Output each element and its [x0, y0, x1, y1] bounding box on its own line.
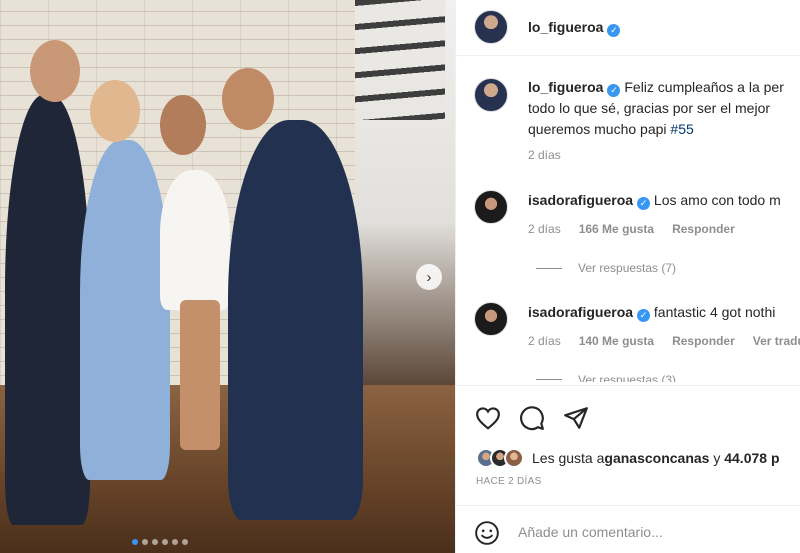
caption-time: 2 días [528, 148, 561, 162]
post-photo[interactable]: › [0, 0, 455, 553]
share-button[interactable] [562, 404, 590, 432]
carousel-next-button[interactable]: › [416, 264, 442, 290]
carousel-dot [162, 539, 168, 545]
likes-summary[interactable]: Les gusta a ganasconcanas y 44.078 p [476, 448, 780, 468]
verified-icon: ✓ [637, 197, 651, 210]
replies-divider [536, 267, 562, 269]
comment-avatar[interactable] [474, 302, 508, 336]
likes-count[interactable]: 44.078 p [724, 450, 779, 466]
reply-button[interactable]: Responder [672, 222, 735, 236]
caption-username[interactable]: lo_figueroa ✓ [528, 79, 621, 97]
comment-username[interactable]: isadorafigueroa ✓ [528, 304, 651, 322]
verified-icon: ✓ [607, 84, 621, 97]
view-replies-button[interactable]: Ver respuestas (7) [536, 261, 676, 275]
caption-line-2: todo lo que sé, gracias por ser el mejor [528, 100, 771, 116]
author-username[interactable]: lo_figueroa ✓ [528, 19, 621, 37]
caption-avatar[interactable] [474, 78, 508, 112]
person-young-man [5, 95, 90, 525]
comment-text: fantastic 4 got nothi [653, 304, 776, 320]
carousel-dot [182, 539, 188, 545]
comment: isadorafigueroa ✓ fantastic 4 got nothi [528, 302, 800, 323]
person-man-suit-head [222, 68, 274, 130]
carousel-dot [142, 539, 148, 545]
caption-line-3: queremos mucho papi #55 [528, 119, 800, 140]
post-detail-panel: lo_figueroa ✓ lo_figueroa ✓ Feliz cumpleañ… [455, 0, 800, 553]
translate-button[interactable]: Ver tradu [753, 334, 800, 348]
emoji-button[interactable] [474, 520, 500, 546]
caption-line: Feliz cumpleaños a la per [624, 79, 784, 95]
comment-meta: 2 días 140 Me gusta Responder Ver tradu [528, 334, 800, 348]
carousel-dot [152, 539, 158, 545]
view-replies-label[interactable]: Ver respuestas (3) [578, 373, 676, 382]
replies-divider [536, 379, 562, 380]
comment-input[interactable] [518, 520, 788, 544]
comment-time: 2 días [528, 334, 561, 348]
person-woman-blue-dress-head [90, 80, 140, 142]
caption-time-text: 2 días [528, 148, 561, 162]
like-button[interactable] [474, 404, 502, 432]
likes-middle: y [709, 450, 725, 466]
chevron-right-icon: › [426, 268, 432, 286]
person-woman-white-dress-head [160, 95, 206, 155]
liker-avatar [504, 448, 524, 468]
view-replies-button[interactable]: Ver respuestas (3) [536, 373, 676, 382]
person-woman-blue-dress [80, 140, 170, 480]
heart-icon [476, 407, 500, 430]
post-header: lo_figueroa ✓ [456, 0, 800, 56]
person-woman-white-dress-legs [180, 300, 220, 450]
comment-likes[interactable]: 140 Me gusta [579, 334, 654, 348]
verified-icon: ✓ [607, 24, 621, 37]
likes-prefix: Les gusta a [532, 450, 605, 466]
person-young-man-head [30, 40, 80, 102]
carousel-dot [132, 539, 138, 545]
comment: isadorafigueroa ✓ Los amo con todo m [528, 190, 800, 211]
caption: lo_figueroa ✓ Feliz cumpleaños a la per [528, 77, 800, 98]
comment-icon [520, 406, 544, 431]
comment-meta: 2 días 166 Me gusta Responder [528, 222, 735, 236]
person-woman-white-dress [160, 170, 230, 310]
action-bar [456, 385, 800, 445]
comment-time: 2 días [528, 222, 561, 236]
liker-username[interactable]: ganasconcanas [604, 450, 709, 466]
person-man-suit [228, 120, 363, 520]
author-username-text[interactable]: lo_figueroa [528, 19, 603, 35]
view-replies-label[interactable]: Ver respuestas (7) [578, 261, 676, 275]
comment-text: Los amo con todo m [653, 192, 781, 208]
caption-line: queremos mucho papi [528, 121, 671, 137]
add-comment-bar [456, 505, 800, 553]
verified-icon: ✓ [637, 309, 651, 322]
author-avatar[interactable] [474, 10, 508, 44]
carousel-indicator [132, 539, 188, 545]
comment-avatar[interactable] [474, 190, 508, 224]
hashtag-link[interactable]: #55 [670, 121, 693, 137]
carousel-dot [172, 539, 178, 545]
share-icon [564, 407, 588, 429]
staircase [355, 0, 445, 120]
reply-button[interactable]: Responder [672, 334, 735, 348]
emoji-icon [475, 521, 499, 545]
comment-button[interactable] [518, 404, 546, 432]
post-time-ago[interactable]: HACE 2 DÍAS [476, 476, 542, 487]
comment-likes[interactable]: 166 Me gusta [579, 222, 654, 236]
comment-username[interactable]: isadorafigueroa ✓ [528, 192, 651, 210]
